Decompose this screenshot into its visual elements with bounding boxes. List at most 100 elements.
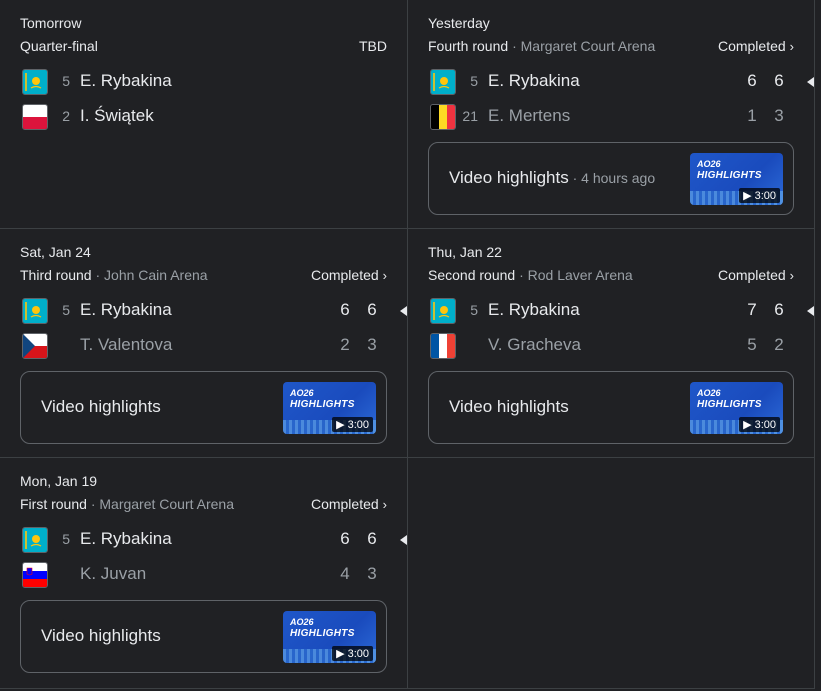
france-flag-icon (430, 333, 456, 359)
video-title: Video highlights (41, 626, 161, 645)
player-seed: 5 (470, 302, 478, 318)
venue-label: · John Cain Arena (95, 267, 208, 283)
kazakhstan-flag-icon (22, 69, 48, 95)
player-name: E. Mertens (488, 106, 571, 125)
venue-label: · Rod Laver Arena (519, 267, 633, 283)
match-card-second-round[interactable]: Thu, Jan 22 Second round · Rod Laver Are… (408, 229, 815, 458)
match-date: Yesterday (428, 15, 490, 31)
match-status-link[interactable]: Completed › (311, 267, 387, 283)
round-label: Third round (20, 267, 92, 283)
video-title: Video highlights (449, 168, 569, 187)
video-highlights-card[interactable]: Video highlights · 4 hours ago AO26 HIGH… (428, 142, 794, 215)
match-status-link[interactable]: Completed › (718, 38, 794, 54)
player-seed: 5 (470, 73, 478, 89)
set-score: 7 (747, 300, 757, 319)
ao-logo: AO26 (290, 617, 314, 627)
player-seed: 21 (462, 108, 478, 124)
venue-label: · Margaret Court Arena (90, 496, 234, 512)
video-thumbnail[interactable]: AO26 HIGHLIGHTS ▶ 3:00 (690, 382, 783, 434)
player-name: E. Rybakina (80, 300, 172, 319)
match-card-fourth-round[interactable]: Yesterday Fourth round · Margaret Court … (408, 0, 815, 229)
player-name: E. Rybakina (488, 71, 580, 90)
czechia-flag-icon (22, 333, 48, 359)
set-score: 3 (367, 564, 377, 583)
highlights-badge: HIGHLIGHTS (290, 399, 355, 410)
match-card-third-round[interactable]: Sat, Jan 24 Third round · John Cain Aren… (0, 229, 408, 458)
video-label: Video highlights (41, 626, 161, 646)
video-highlights-card[interactable]: Video highlights AO26 HIGHLIGHTS ▶ 3:00 (428, 371, 794, 444)
match-date: Sat, Jan 24 (20, 244, 91, 260)
player-row: 5 E. Rybakina 6 6 (20, 297, 407, 325)
match-round: Second round · Rod Laver Arena (428, 267, 633, 283)
match-status-link[interactable]: Completed › (718, 267, 794, 283)
set-score: 6 (774, 71, 784, 90)
chevron-right-icon: › (789, 39, 794, 54)
video-duration: ▶ 3:00 (332, 417, 373, 432)
player-name: K. Juvan (80, 564, 147, 583)
player-row: 5 E. Rybakina (20, 68, 387, 96)
round-label: Quarter-final (20, 38, 98, 54)
highlights-badge: HIGHLIGHTS (290, 628, 355, 639)
chevron-right-icon: › (382, 497, 387, 512)
player-name: E. Rybakina (80, 529, 172, 548)
slovenia-flag-icon (22, 562, 48, 588)
highlights-badge: HIGHLIGHTS (697, 170, 762, 181)
player-row: 2 I. Świątek (20, 103, 387, 131)
player-row: 21 E. Mertens 1 3 (428, 103, 794, 131)
set-score: 6 (774, 300, 784, 319)
kazakhstan-flag-icon (22, 298, 48, 324)
video-thumbnail[interactable]: AO26 HIGHLIGHTS ▶ 3:00 (283, 611, 376, 663)
set-score: 1 (747, 106, 757, 125)
status-label: Completed (717, 267, 786, 283)
set-score: 6 (340, 529, 350, 548)
set-score: 2 (340, 335, 350, 354)
player-row: 5 E. Rybakina 6 6 (428, 68, 814, 96)
player-row: V. Gracheva 5 2 (428, 332, 794, 360)
player-seed: 2 (62, 108, 70, 124)
status-label: Completed (717, 38, 786, 54)
player-seed: 5 (62, 531, 70, 547)
video-age: · 4 hours ago (568, 170, 656, 186)
player-seed: 5 (62, 302, 70, 318)
winner-arrow-icon (807, 306, 814, 316)
set-score: 5 (747, 335, 757, 354)
round-label: Second round (428, 267, 516, 283)
player-row: T. Valentova 2 3 (20, 332, 387, 360)
highlights-badge: HIGHLIGHTS (697, 399, 762, 410)
venue-label: · Margaret Court Arena (512, 38, 656, 54)
match-round: Third round · John Cain Arena (20, 267, 208, 283)
player-seed: 5 (62, 73, 70, 89)
video-highlights-card[interactable]: Video highlights AO26 HIGHLIGHTS ▶ 3:00 (20, 371, 387, 444)
player-name: E. Rybakina (488, 300, 580, 319)
winner-arrow-icon (807, 77, 814, 87)
set-score: 6 (747, 71, 757, 90)
video-duration: ▶ 3:00 (332, 646, 373, 661)
ao-logo: AO26 (697, 388, 721, 398)
set-score: 3 (367, 335, 377, 354)
set-score: 6 (340, 300, 350, 319)
video-thumbnail[interactable]: AO26 HIGHLIGHTS ▶ 3:00 (690, 153, 783, 205)
video-thumbnail[interactable]: AO26 HIGHLIGHTS ▶ 3:00 (283, 382, 376, 434)
ao-logo: AO26 (697, 159, 721, 169)
video-label: Video highlights (449, 397, 569, 417)
video-title: Video highlights (41, 397, 161, 416)
match-date: Tomorrow (20, 15, 82, 31)
video-duration: ▶ 3:00 (739, 417, 780, 432)
status-label: Completed (310, 267, 379, 283)
player-name: V. Gracheva (488, 335, 581, 354)
ao-logo: AO26 (290, 388, 314, 398)
match-round: Quarter-final (20, 38, 98, 54)
match-card-quarter-final[interactable]: Tomorrow Quarter-final TBD 5 E. Rybakina… (0, 0, 408, 229)
round-label: First round (20, 496, 87, 512)
video-highlights-card[interactable]: Video highlights AO26 HIGHLIGHTS ▶ 3:00 (20, 600, 387, 673)
status-label: TBD (359, 38, 387, 54)
match-card-first-round[interactable]: Mon, Jan 19 First round · Margaret Court… (0, 458, 408, 689)
match-status-link[interactable]: Completed › (311, 496, 387, 512)
match-grid: Tomorrow Quarter-final TBD 5 E. Rybakina… (0, 0, 815, 689)
set-score: 3 (774, 106, 784, 125)
set-score: 2 (774, 335, 784, 354)
player-name: E. Rybakina (80, 71, 172, 90)
match-round: Fourth round · Margaret Court Arena (428, 38, 655, 54)
match-date: Thu, Jan 22 (428, 244, 502, 260)
set-score: 6 (367, 529, 377, 548)
